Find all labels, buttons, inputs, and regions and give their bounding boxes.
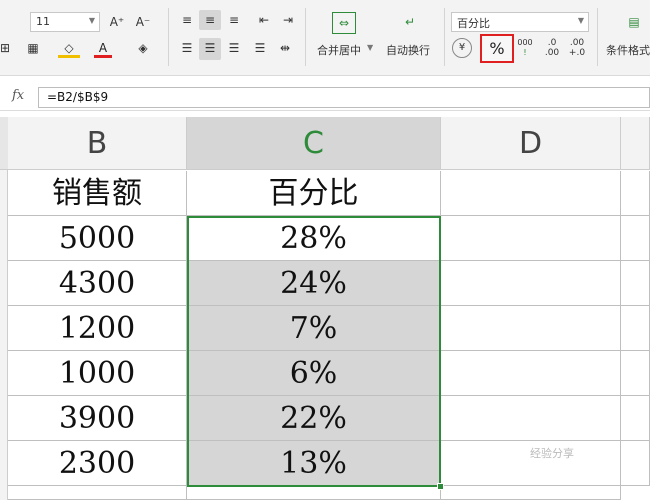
auto-wrap-button[interactable]: ↵ 自动换行 bbox=[382, 8, 438, 66]
cell-c7[interactable]: 13% bbox=[187, 441, 441, 486]
number-format-value: 百分比 bbox=[457, 17, 490, 30]
cell-c1[interactable]: 百分比 bbox=[187, 171, 441, 216]
justify-icon[interactable]: ☰ bbox=[250, 38, 270, 58]
number-format-dropdown[interactable]: 百分比 ▼ bbox=[451, 12, 589, 32]
increase-decimal-button[interactable]: .0 .00 bbox=[542, 38, 562, 60]
cell-e1[interactable] bbox=[621, 171, 650, 216]
merge-center-label: 合并居中 bbox=[317, 44, 361, 57]
fill-pattern-icon[interactable]: ▦ bbox=[22, 38, 44, 58]
currency-format-button[interactable]: ¥ bbox=[452, 38, 472, 58]
formula-input[interactable]: =B2/$B$9 bbox=[38, 87, 650, 108]
clear-format-icon[interactable]: ◈ bbox=[132, 38, 154, 58]
cell-c2[interactable]: 28% bbox=[187, 216, 441, 261]
thousands-bottom: ! bbox=[523, 48, 527, 57]
align-right-icon[interactable]: ☰ bbox=[224, 38, 244, 58]
ribbon-separator bbox=[168, 8, 169, 66]
ribbon-separator bbox=[444, 8, 445, 66]
align-center-icon[interactable]: ☰ bbox=[199, 38, 221, 60]
fill-color-icon[interactable]: ◇ bbox=[58, 38, 80, 58]
decrease-decimal-bottom: +.0 bbox=[568, 48, 586, 58]
chevron-down-icon: ▼ bbox=[577, 16, 584, 25]
cell-b2[interactable]: 5000 bbox=[8, 216, 187, 261]
cell-d3[interactable] bbox=[441, 261, 621, 306]
conditional-format-label: 条件格式 bbox=[606, 44, 650, 57]
cell-c5[interactable]: 6% bbox=[187, 351, 441, 396]
decrease-indent-icon[interactable]: ⇤ bbox=[254, 10, 274, 30]
borders-icon[interactable]: ⊞ bbox=[0, 38, 12, 58]
column-header-d[interactable]: D bbox=[441, 117, 621, 170]
grow-font-button[interactable]: A⁺ bbox=[106, 12, 128, 32]
chevron-down-icon: ▼ bbox=[88, 16, 95, 25]
cell-e3[interactable] bbox=[621, 261, 650, 306]
conditional-format-icon: ▤ bbox=[628, 15, 640, 29]
cell-e6[interactable] bbox=[621, 396, 650, 441]
decrease-decimal-top: .00 bbox=[569, 38, 585, 48]
align-left-icon[interactable]: ☰ bbox=[177, 38, 197, 58]
ribbon-separator bbox=[597, 8, 598, 66]
row-header-strip bbox=[0, 117, 8, 500]
cell-d4[interactable] bbox=[441, 306, 621, 351]
cell-d2[interactable] bbox=[441, 216, 621, 261]
percent-style-button[interactable]: % bbox=[480, 34, 514, 63]
cell-d5[interactable] bbox=[441, 351, 621, 396]
thousands-separator-button[interactable]: 000 ! bbox=[515, 38, 535, 60]
increase-decimal-bottom: .00 bbox=[544, 48, 560, 58]
decrease-decimal-button[interactable]: .00 +.0 bbox=[567, 38, 587, 60]
cell-b3[interactable]: 4300 bbox=[8, 261, 187, 306]
column-header-c[interactable]: C bbox=[187, 117, 441, 170]
cell-e5[interactable] bbox=[621, 351, 650, 396]
align-middle-icon[interactable]: ≡ bbox=[199, 10, 221, 30]
align-bottom-icon[interactable]: ≡ bbox=[224, 10, 244, 30]
cell-c3[interactable]: 24% bbox=[187, 261, 441, 306]
shrink-font-button[interactable]: A⁻ bbox=[132, 12, 154, 32]
align-top-icon[interactable]: ≡ bbox=[177, 10, 197, 30]
merge-center-button[interactable]: ⇔ 合并居中 ▼ bbox=[312, 8, 376, 66]
cell-d8[interactable] bbox=[441, 486, 621, 500]
cell-c8[interactable] bbox=[187, 486, 441, 500]
distribute-icon[interactable]: ⇹ bbox=[275, 38, 295, 58]
auto-wrap-label: 自动换行 bbox=[386, 44, 430, 57]
fx-icon[interactable]: fx bbox=[12, 88, 24, 103]
cell-d1[interactable] bbox=[441, 171, 621, 216]
increase-decimal-top: .0 bbox=[547, 38, 557, 48]
ribbon-separator bbox=[305, 8, 306, 66]
cell-b1[interactable]: 销售额 bbox=[8, 171, 187, 216]
column-header-e[interactable] bbox=[621, 117, 650, 170]
cell-b4[interactable]: 1200 bbox=[8, 306, 187, 351]
chevron-down-icon: ▼ bbox=[367, 43, 374, 52]
thousands-top: 000 bbox=[517, 38, 533, 47]
conditional-format-button[interactable]: ▤ 条件格式 bbox=[602, 8, 650, 66]
font-size-value: 11 bbox=[36, 15, 50, 28]
increase-indent-icon[interactable]: ⇥ bbox=[278, 10, 298, 30]
cell-c4[interactable]: 7% bbox=[187, 306, 441, 351]
cell-b5[interactable]: 1000 bbox=[8, 351, 187, 396]
cell-c6[interactable]: 22% bbox=[187, 396, 441, 441]
cell-b7[interactable]: 2300 bbox=[8, 441, 187, 486]
formula-bar: fx =B2/$B$9 bbox=[0, 85, 650, 111]
cell-b6[interactable]: 3900 bbox=[8, 396, 187, 441]
cell-d6[interactable] bbox=[441, 396, 621, 441]
merge-center-icon: ⇔ bbox=[332, 12, 356, 34]
column-header-b[interactable]: B bbox=[8, 117, 187, 170]
cell-e4[interactable] bbox=[621, 306, 650, 351]
cell-b8[interactable] bbox=[8, 486, 187, 500]
cell-e7[interactable] bbox=[621, 441, 650, 486]
watermark: 经验分享 bbox=[530, 447, 574, 460]
corner-cell bbox=[0, 117, 8, 170]
font-size-dropdown[interactable]: 11 ▼ bbox=[30, 12, 100, 32]
font-color-button[interactable]: A bbox=[94, 38, 112, 58]
wrap-text-icon: ↵ bbox=[404, 15, 416, 29]
fill-handle[interactable] bbox=[437, 483, 444, 490]
cell-e2[interactable] bbox=[621, 216, 650, 261]
